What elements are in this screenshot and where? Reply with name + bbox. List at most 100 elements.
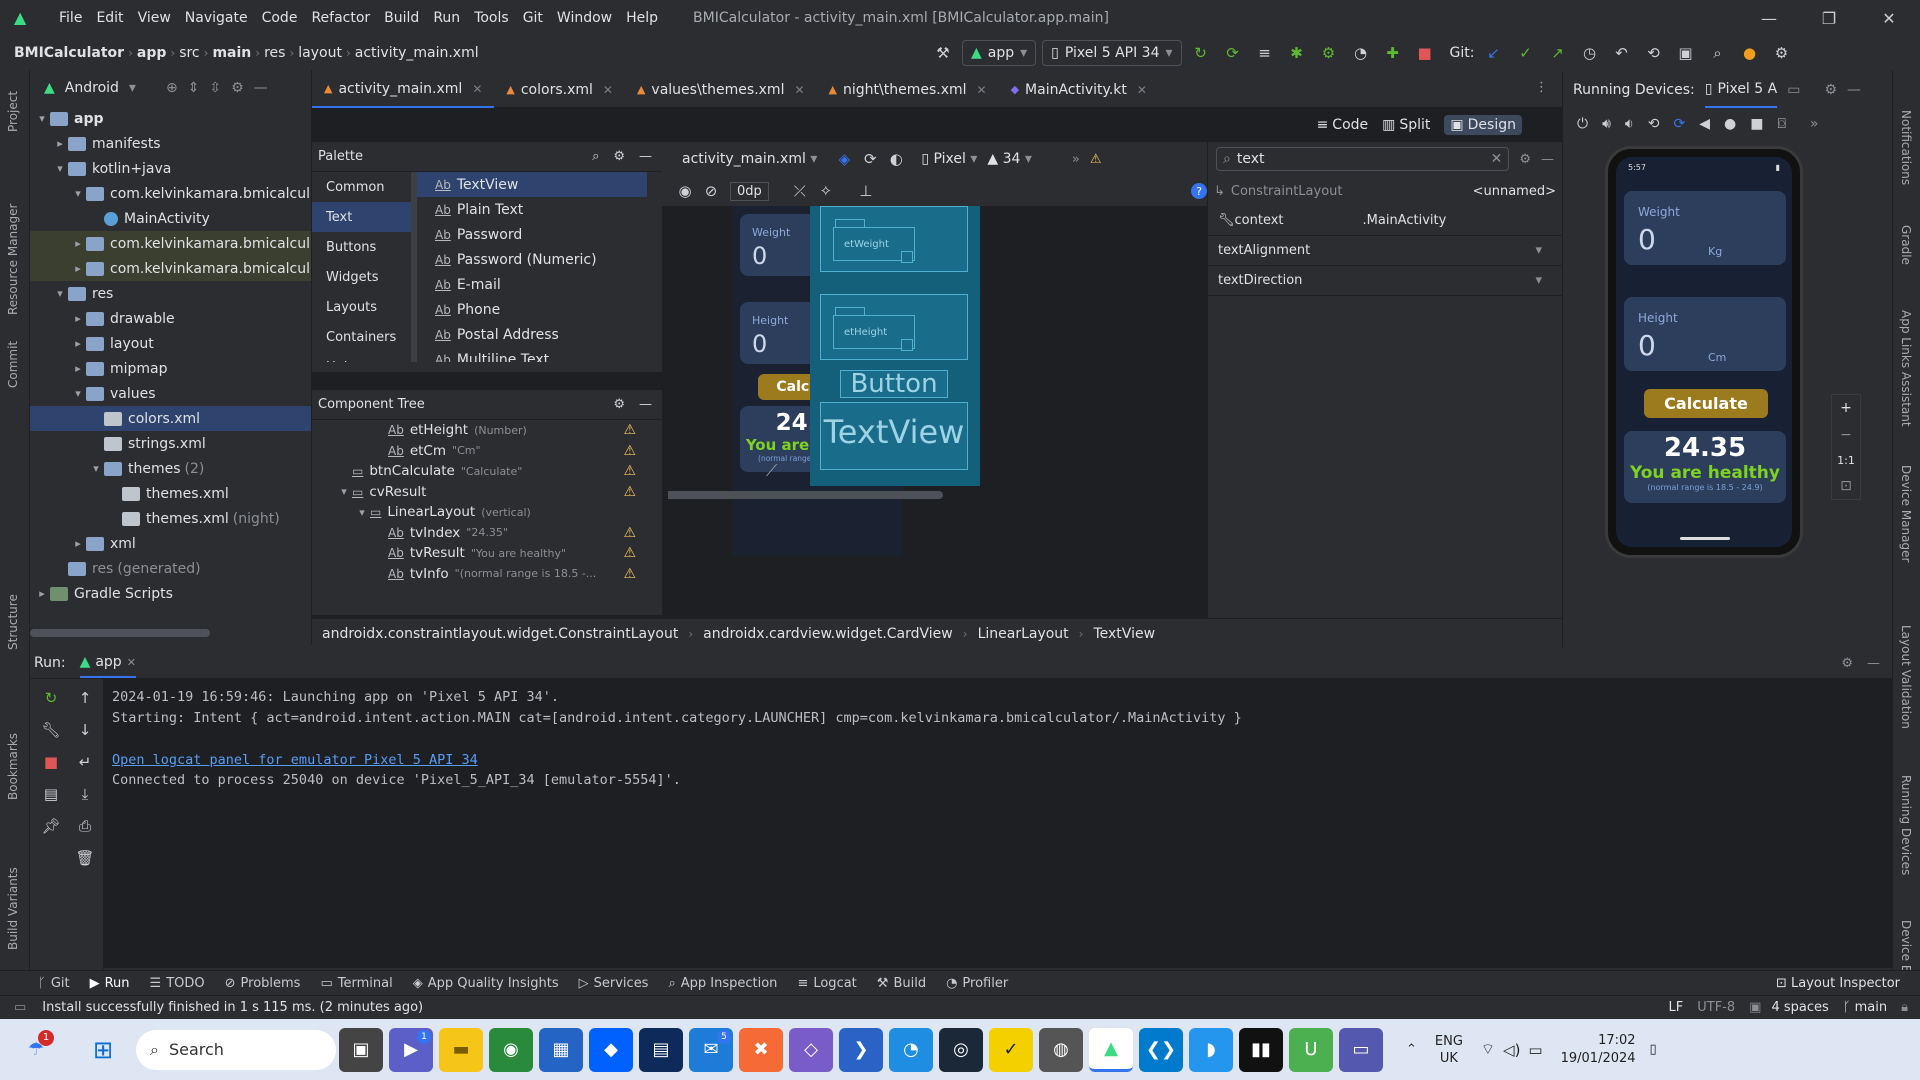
tree-arrow-icon[interactable]: ▸ <box>34 587 50 600</box>
rerun-icon[interactable]: ↻ <box>1188 40 1214 66</box>
bookmarks-tool[interactable]: Bookmarks <box>6 733 20 800</box>
component-crumb[interactable]: TextView <box>1083 626 1165 642</box>
zoom-out-icon[interactable]: − <box>1840 427 1852 443</box>
device-manager-tool[interactable]: Device Manager <box>1899 465 1913 562</box>
code-mode-button[interactable]: ≡ Code <box>1317 117 1369 133</box>
attr-settings-icon[interactable]: ⚙ <box>1519 152 1531 167</box>
lock-icon[interactable]: ▣ <box>1749 1000 1761 1015</box>
palette-item[interactable]: Ab Multiline Text <box>417 347 647 363</box>
tree-item[interactable]: ▸ xml <box>30 531 311 556</box>
palette-search-icon[interactable]: ⌕ <box>592 149 599 164</box>
home-icon[interactable]: ● <box>1724 116 1736 132</box>
attach-icon[interactable]: ✚ <box>1380 40 1406 66</box>
notification-center-icon[interactable]: ▯ <box>1650 1042 1657 1057</box>
run-settings-icon[interactable]: 🔧︎ <box>34 721 68 739</box>
pin-tab-icon[interactable]: 📌︎ <box>34 817 68 835</box>
collapse-all-icon[interactable]: ⇳ <box>209 80 221 96</box>
weight-input[interactable]: 0 <box>1638 223 1656 256</box>
attribute-value[interactable]: .MainActivity <box>1363 213 1562 228</box>
emulator-more-icon[interactable]: » <box>1810 116 1819 132</box>
menu-item-view[interactable]: View <box>131 10 178 26</box>
tree-arrow-icon[interactable]: ▾ <box>52 162 68 175</box>
night-mode-icon[interactable]: ◐ <box>883 146 909 172</box>
tree-item[interactable]: ▸ manifests <box>30 131 311 156</box>
indent-setting[interactable]: 4 spaces <box>1771 1000 1828 1015</box>
git-tool-icon[interactable]: ◇ <box>789 1027 833 1072</box>
update-icon[interactable]: ● <box>1736 40 1762 66</box>
project-tool[interactable]: Project <box>6 91 20 132</box>
dropdown-icon[interactable]: ▾ <box>1535 273 1542 288</box>
start-icon[interactable]: ⊞ <box>81 1028 125 1072</box>
norton-icon[interactable]: ✓ <box>989 1027 1033 1072</box>
tabs-more-icon[interactable]: ⋮ <box>1535 80 1548 95</box>
tree-item[interactable]: ▾ values <box>30 381 311 406</box>
editor-tab[interactable]: ▲ colors.xml ✕ <box>494 72 625 108</box>
attribute-row[interactable]: textDirection ▾ <box>1208 266 1562 296</box>
menu-item-file[interactable]: File <box>52 10 89 26</box>
tree-arrow-icon[interactable]: ▸ <box>70 537 86 550</box>
tree-item[interactable]: ▸ com.kelvinkamara.bmicalcul <box>30 231 311 256</box>
messenger-icon[interactable]: ✉ 5 <box>689 1027 733 1072</box>
build-variants-tool[interactable]: Build Variants <box>6 867 20 950</box>
run-hide-icon[interactable]: — <box>1867 656 1880 671</box>
menu-item-tools[interactable]: Tools <box>467 10 516 26</box>
tree-item[interactable]: ▸ Gradle Scripts <box>30 581 311 606</box>
scroll-end-icon[interactable]: ⤓ <box>68 785 102 803</box>
orientation-icon[interactable]: ⟳ <box>857 146 883 172</box>
notifications-tool[interactable]: Notifications <box>1899 110 1913 185</box>
emulator-screen[interactable]: 5:57 ▮ Weight 0 Kg Height 0 Cm Calculate… <box>1616 157 1792 547</box>
api-level-select[interactable]: ▲ 34 ▾ <box>987 151 1032 167</box>
canvas-horizontal-scrollbar[interactable] <box>668 491 943 499</box>
emulator-phone[interactable]: 5:57 ▮ Weight 0 Kg Height 0 Cm Calculate… <box>1605 146 1803 558</box>
hide-icon[interactable]: — <box>254 80 268 96</box>
bottom-tool-build[interactable]: ⚒ Build <box>867 976 936 991</box>
tree-hide-icon[interactable]: — <box>639 397 652 412</box>
tree-item[interactable]: themes.xml (night) <box>30 506 311 531</box>
close-run-tab-icon[interactable]: ✕ <box>127 656 136 669</box>
tree-arrow-icon[interactable]: ▾ <box>88 462 104 475</box>
git-commit-icon[interactable]: ✓ <box>1512 40 1538 66</box>
volume-icon[interactable]: ◁) <box>1503 1041 1520 1059</box>
scroll-down-icon[interactable]: ↓ <box>68 721 102 739</box>
palette-category[interactable]: Containers <box>312 322 411 352</box>
warning-icon[interactable]: ⚠ <box>623 545 636 561</box>
attr-hide-icon[interactable]: — <box>1541 152 1554 167</box>
view-options-icon[interactable]: ◉ <box>672 178 698 204</box>
logcat-link[interactable]: Open logcat panel for emulator Pixel 5 A… <box>112 752 1242 772</box>
tree-item[interactable]: colors.xml <box>30 406 311 431</box>
component-tree-row[interactable]: Ab etCm "Cm" ⚠ <box>312 441 662 462</box>
autoconnect-icon[interactable]: ⊘ <box>698 178 724 204</box>
breadcrumb-item[interactable]: layout <box>294 45 346 61</box>
screenshot-icon[interactable]: ⌼ <box>1777 116 1785 132</box>
hammer-icon[interactable]: ⚒ <box>930 40 956 66</box>
steam-icon[interactable]: ◎ <box>939 1027 983 1072</box>
bottom-tool-run[interactable]: ▶ Run <box>80 976 140 991</box>
warning-icon[interactable]: ⚠ <box>1090 152 1102 167</box>
file-encoding[interactable]: UTF-8 <box>1697 1000 1735 1015</box>
attribute-row[interactable]: textAlignment ▾ <box>1208 236 1562 266</box>
task-view-icon[interactable]: ▣ <box>339 1027 383 1072</box>
blueprint-view[interactable]: etWeight etHeight Button TextView <box>810 206 980 486</box>
zoom-in-icon[interactable]: + <box>1840 400 1852 416</box>
warning-icon[interactable]: ⚠ <box>623 422 636 438</box>
app-links-tool[interactable]: App Links Assistant <box>1899 310 1913 427</box>
component-tree-row[interactable]: Ab tvIndex "24.35" ⚠ <box>312 523 662 544</box>
tree-item[interactable]: ▸ mipmap <box>30 356 311 381</box>
palette-item[interactable]: Ab Postal Address <box>417 322 647 347</box>
palette-item[interactable]: Ab Password <box>417 222 647 247</box>
component-tree-row[interactable]: ▾ ▭ LinearLayout (vertical) <box>312 502 662 523</box>
status-lock-icon[interactable]: 🔒︎ <box>1901 1000 1908 1015</box>
bottom-tool-terminal[interactable]: ▭ Terminal <box>310 976 402 991</box>
upwork-icon[interactable]: U <box>1289 1027 1333 1072</box>
git-rollback-icon[interactable]: ↶ <box>1608 40 1634 66</box>
tree-arrow-icon[interactable]: ▾ <box>70 187 86 200</box>
power-icon[interactable]: ⏻ <box>1577 116 1588 132</box>
locate-icon[interactable]: ⊕ <box>166 80 178 96</box>
structure-tool[interactable]: Structure <box>6 594 20 650</box>
more-chevron-icon[interactable]: » <box>1072 152 1080 167</box>
breadcrumb-item[interactable]: src <box>175 45 203 61</box>
restore-layout-icon[interactable]: ▤ <box>34 785 68 803</box>
palette-item[interactable]: Ab Password (Numeric) <box>417 247 647 272</box>
xampp-icon[interactable]: ✖ <box>739 1027 783 1072</box>
profiler-icon[interactable]: ◔ <box>1348 40 1374 66</box>
